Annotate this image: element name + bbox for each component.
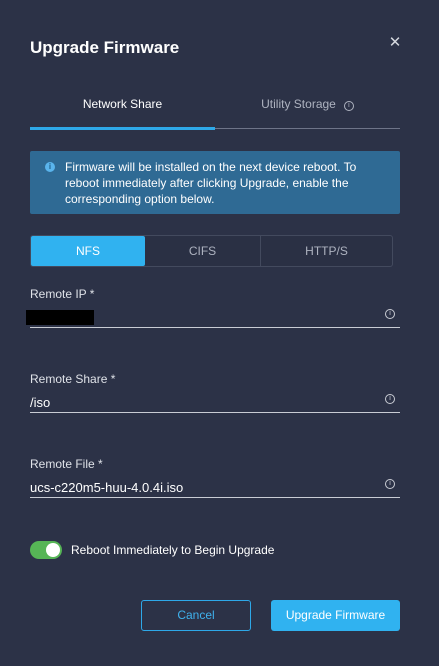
remote-ip-label: Remote IP * — [30, 287, 95, 301]
remote-share-label: Remote Share * — [30, 372, 116, 386]
field-underline — [30, 497, 400, 498]
info-icon: i — [343, 101, 354, 111]
info-icon: i — [45, 162, 55, 172]
remote-file-input[interactable]: ucs-c220m5-huu-4.0.4i.iso — [30, 480, 183, 495]
tab-bar: Network Share Utility Storage i — [30, 90, 400, 130]
tab-network-share[interactable]: Network Share — [30, 90, 215, 128]
tab-utility-storage-label: Utility Storage — [261, 97, 336, 111]
close-icon[interactable]: ✕ — [386, 34, 404, 52]
dialog-title: Upgrade Firmware — [30, 38, 180, 57]
upgrade-firmware-dialog: Upgrade Firmware ✕ Network Share Utility… — [0, 0, 439, 666]
protocol-selector: NFS CIFS HTTP/S — [30, 235, 393, 267]
reboot-toggle-label: Reboot Immediately to Begin Upgrade — [71, 543, 275, 557]
cancel-button[interactable]: Cancel — [141, 600, 251, 631]
remote-share-field[interactable]: Remote Share * /iso i — [30, 372, 400, 416]
info-icon[interactable]: i — [385, 479, 395, 489]
upgrade-firmware-button[interactable]: Upgrade Firmware — [271, 600, 400, 631]
remote-ip-field[interactable]: Remote IP * i — [26, 287, 400, 331]
tab-network-share-label: Network Share — [82, 97, 163, 111]
info-banner-message: Firmware will be installed on the next d… — [65, 160, 357, 206]
info-icon[interactable]: i — [385, 394, 395, 404]
protocol-cifs-button[interactable]: CIFS — [145, 236, 261, 266]
tab-utility-storage[interactable]: Utility Storage i — [215, 90, 400, 128]
remote-share-input[interactable]: /iso — [30, 395, 50, 410]
remote-file-label: Remote File * — [30, 457, 103, 471]
field-underline — [30, 327, 400, 328]
info-banner: i Firmware will be installed on the next… — [30, 151, 400, 214]
reboot-toggle[interactable] — [30, 541, 62, 559]
redacted-value — [26, 310, 94, 325]
protocol-nfs-button[interactable]: NFS — [31, 236, 145, 266]
toggle-knob — [46, 543, 60, 557]
remote-file-field[interactable]: Remote File * ucs-c220m5-huu-4.0.4i.iso … — [30, 457, 400, 501]
field-underline — [30, 412, 400, 413]
active-tab-indicator — [30, 127, 215, 130]
protocol-https-button[interactable]: HTTP/S — [261, 236, 392, 266]
info-icon[interactable]: i — [385, 309, 395, 319]
